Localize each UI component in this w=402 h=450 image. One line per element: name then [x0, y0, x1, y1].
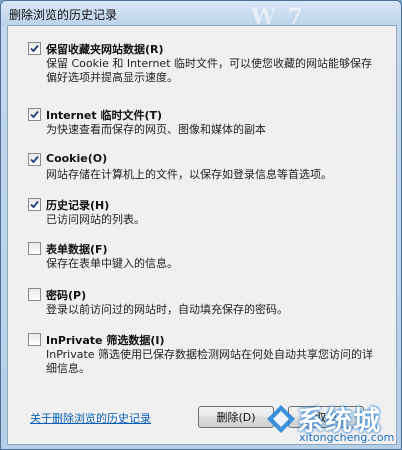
about-deleting-history-link[interactable]: 关于删除浏览的历史记录 [30, 410, 151, 426]
option-description: 为快速查看而保存的网页、图像和媒体的副本 [46, 123, 266, 136]
checkmark-icon [30, 200, 39, 209]
option-description: 网站存储在计算机上的文件，以保存如登录信息等首选项。 [46, 168, 332, 181]
checkbox-history[interactable] [28, 198, 41, 211]
checkmark-icon [30, 110, 39, 119]
option-label: 表单数据(F) [46, 243, 108, 256]
checkbox-favorites-data[interactable] [28, 42, 41, 55]
option-label: Internet 临时文件(T) [46, 109, 163, 122]
option-description: 登录以前访问过的网站时，自动填充保存的密码。 [46, 303, 288, 316]
dialog-window: 删除浏览的历史记录 W 7 保留收藏夹网站数据(R) 保留 Cookie 和 I… [0, 0, 402, 450]
window-title: 删除浏览的历史记录 [9, 8, 118, 22]
watermark-url: xitongcheng.com [299, 431, 395, 444]
delete-button[interactable]: 删除(D) [198, 406, 274, 428]
option-description: 保存在表单中键入的信息。 [46, 257, 178, 270]
checkbox-form-data[interactable] [28, 242, 41, 255]
checkmark-icon [30, 44, 39, 53]
option-description: InPrivate 筛选使用已保存数据检测网站在何处自动共享您访问的详细信息。 [46, 348, 374, 375]
option-label: 历史记录(H) [46, 199, 110, 212]
option-label: 保留收藏夹网站数据(R) [46, 43, 164, 56]
checkbox-cookies[interactable] [28, 153, 41, 166]
dialog-content: 保留收藏夹网站数据(R) 保留 Cookie 和 Internet 临时文件，可… [7, 25, 397, 445]
checkbox-inprivate-data[interactable] [28, 333, 41, 346]
titlebar[interactable]: 删除浏览的历史记录 W 7 [1, 1, 401, 30]
option-label: InPrivate 筛选数据(I) [46, 334, 165, 347]
option-description: 保留 Cookie 和 Internet 临时文件，可以使您收藏的网站能够保存偏… [46, 57, 372, 84]
checkbox-passwords[interactable] [28, 288, 41, 301]
checkmark-icon [30, 155, 39, 164]
checkbox-temp-files[interactable] [28, 108, 41, 121]
option-label: 密码(P) [46, 289, 87, 302]
option-label: Cookie(O) [46, 152, 108, 165]
option-description: 已访问网站的列表。 [46, 213, 145, 226]
